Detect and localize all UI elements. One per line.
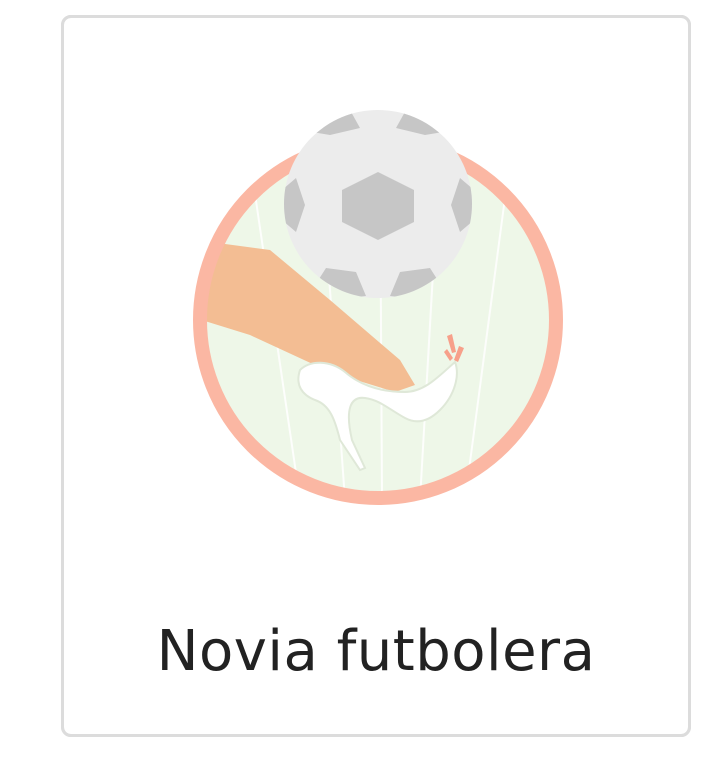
soccer-ball-high-heel-icon [193,110,563,505]
badge-illustration [150,60,610,540]
